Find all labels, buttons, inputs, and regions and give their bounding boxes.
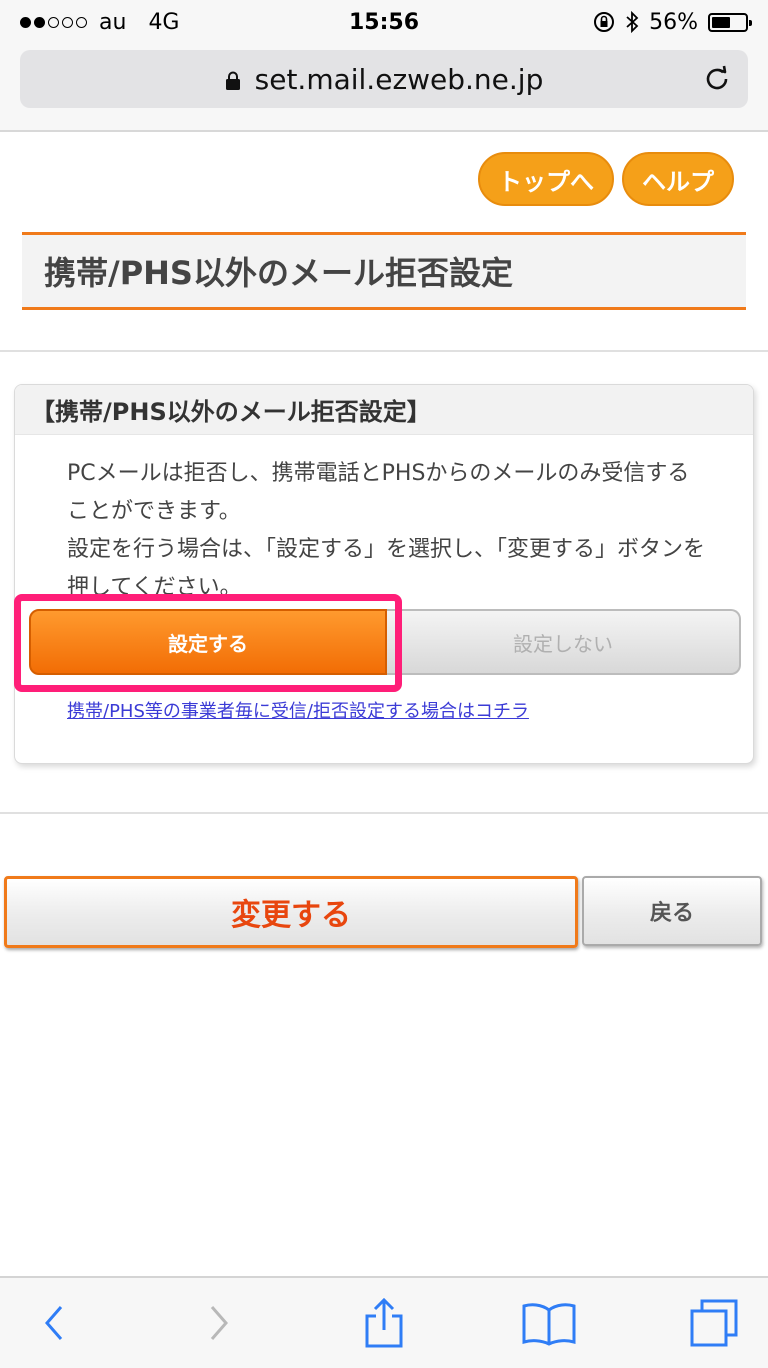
signal-strength-icon <box>20 16 87 28</box>
status-time: 15:56 <box>348 9 420 35</box>
orientation-lock-icon <box>594 12 615 32</box>
option-disable-button[interactable]: 設定しない <box>387 609 741 675</box>
battery-icon <box>708 12 752 32</box>
lock-icon <box>225 71 240 90</box>
description-line-1: PCメールは拒否し、携帯電話とPHSからのメールのみ受信することができます。 <box>67 461 690 524</box>
book-icon <box>522 1303 576 1346</box>
bookmarks-button[interactable] <box>519 1293 579 1353</box>
carrier-name: au <box>99 9 127 35</box>
share-button[interactable] <box>354 1293 414 1353</box>
bluetooth-icon <box>626 10 639 34</box>
battery-percent: 56% <box>649 9 698 35</box>
status-left: au 4G <box>20 10 280 35</box>
highlight-box <box>14 594 402 692</box>
help-button[interactable]: ヘルプ <box>622 152 734 206</box>
divider <box>0 812 768 814</box>
browser-chrome: set.mail.ezweb.ne.jp <box>0 44 768 132</box>
network-type: 4G <box>148 9 180 35</box>
share-icon <box>365 1297 403 1348</box>
page-title: 携帯/PHS以外のメール拒否設定 <box>22 232 746 310</box>
back-button[interactable]: 戻る <box>582 876 762 946</box>
reload-icon[interactable] <box>700 62 734 96</box>
back-nav-button[interactable] <box>24 1293 84 1353</box>
tabs-icon <box>690 1299 738 1347</box>
forward-nav-button[interactable] <box>189 1293 249 1353</box>
address-bar[interactable]: set.mail.ezweb.ne.jp <box>20 50 748 108</box>
top-nav: トップへ ヘルプ <box>478 152 734 206</box>
status-bar: au 4G 15:56 56% <box>0 0 768 44</box>
change-button[interactable]: 変更する <box>4 876 578 948</box>
carrier-settings-link[interactable]: 携帯/PHS等の事業者毎に受信/拒否設定する場合はコチラ <box>67 697 529 723</box>
chevron-left-icon <box>45 1306 63 1340</box>
chevron-right-icon <box>210 1306 228 1340</box>
top-page-button[interactable]: トップへ <box>478 152 614 206</box>
card-header: 【携帯/PHS以外のメール拒否設定】 <box>15 385 753 435</box>
settings-card: 【携帯/PHS以外のメール拒否設定】 PCメールは拒否し、携帯電話とPHSからの… <box>14 384 754 764</box>
tabs-button[interactable] <box>684 1293 744 1353</box>
status-right: 56% <box>488 9 752 35</box>
divider <box>0 350 768 352</box>
url-text: set.mail.ezweb.ne.jp <box>254 62 544 96</box>
browser-toolbar <box>0 1276 768 1368</box>
